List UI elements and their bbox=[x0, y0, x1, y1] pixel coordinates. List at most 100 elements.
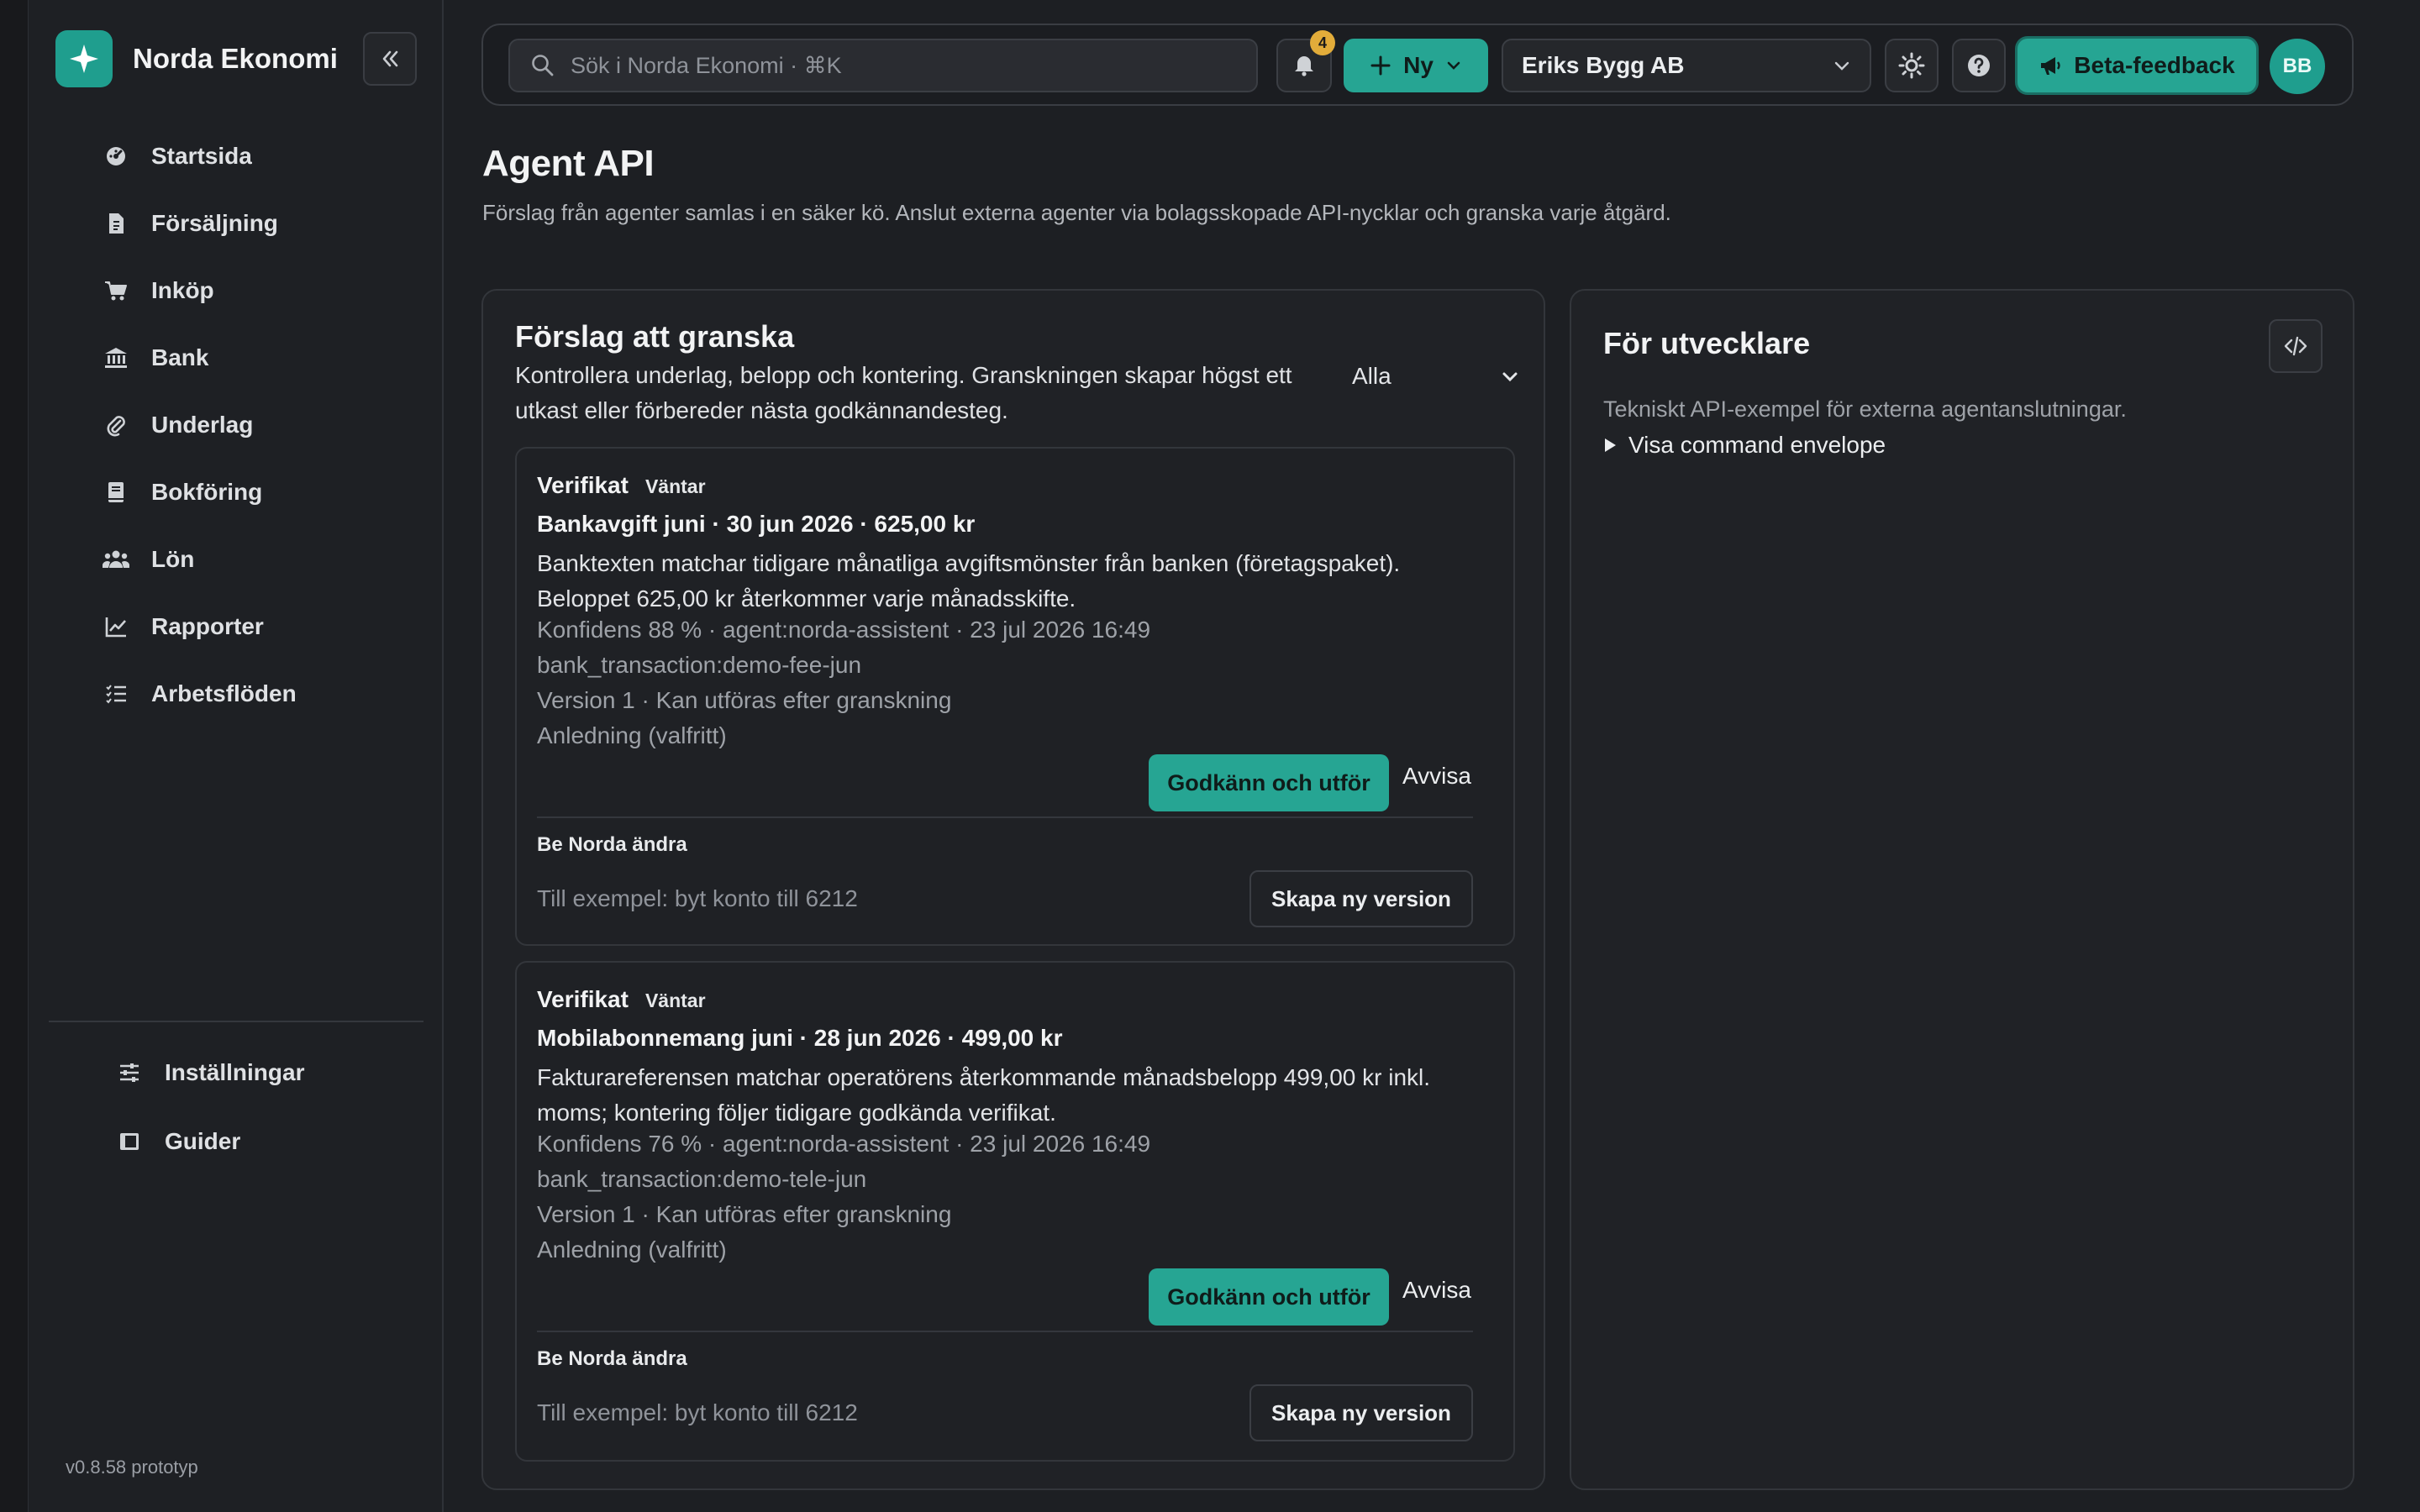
sidebar-item-label: Lön bbox=[151, 546, 195, 572]
command-envelope-toggle[interactable]: Visa command envelope bbox=[1603, 432, 1886, 459]
company-name: Eriks Bygg AB bbox=[1522, 52, 1685, 78]
filter-value: Alla bbox=[1352, 363, 1392, 389]
company-select[interactable]: Eriks Bygg AB bbox=[1502, 39, 1871, 92]
divider bbox=[537, 1331, 1473, 1332]
guide-book-icon bbox=[116, 1128, 143, 1155]
page-title: Agent API bbox=[482, 143, 655, 184]
sidebar-item-bokforing[interactable]: Bokföring bbox=[69, 459, 422, 526]
help-icon bbox=[1968, 55, 1990, 76]
chevron-down-icon bbox=[1447, 61, 1460, 70]
sidebar-item-label: Startsida bbox=[151, 143, 252, 169]
card-description: Banktexten matchar tidigare månatliga av… bbox=[537, 550, 1401, 612]
reason-input[interactable]: Anledning (valfritt) bbox=[537, 1236, 727, 1263]
bottom-nav: Inställningar Guider bbox=[69, 1038, 422, 1176]
proposal-card: Verifikat Väntar Mobilabonnemang juni · … bbox=[515, 961, 1515, 1462]
sidebar-item-lon[interactable]: Lön bbox=[69, 526, 422, 593]
card-header: Verifikat Väntar bbox=[537, 472, 706, 499]
list-icon bbox=[103, 680, 129, 707]
sidebar-divider bbox=[49, 1021, 424, 1022]
window-edge bbox=[0, 0, 29, 1512]
sparkle-logo-icon bbox=[55, 30, 113, 87]
sidebar-item-startsida[interactable]: Startsida bbox=[69, 123, 422, 190]
details-label: Visa command envelope bbox=[1628, 432, 1886, 458]
create-version-button[interactable]: Skapa ny version bbox=[1249, 870, 1473, 927]
change-request-label: Be Norda ändra bbox=[537, 833, 687, 856]
avatar[interactable]: BB bbox=[2270, 39, 2325, 94]
card-title: Mobilabonnemang juni · 28 jun 2026 · 499… bbox=[537, 1025, 1063, 1051]
sidebar-item-arbetsfloden[interactable]: Arbetsflöden bbox=[69, 660, 422, 727]
approve-button[interactable]: Godkänn och utför bbox=[1149, 754, 1389, 811]
sidebar-item-label: Försäljning bbox=[151, 210, 278, 236]
change-request-input[interactable]: Till exempel: byt konto till 6212 bbox=[537, 1399, 858, 1426]
card-reference: bank_transaction:demo-tele-jun bbox=[537, 1166, 867, 1192]
search-placeholder: Sök i Norda Ekonomi · ⌘K bbox=[571, 52, 842, 78]
developer-description: Tekniskt API-exempel för externa agentan… bbox=[1603, 396, 2127, 422]
card-header: Verifikat Väntar bbox=[537, 986, 706, 1013]
app-version: v0.8.58 prototyp bbox=[66, 1457, 198, 1478]
sidebar-item-bank[interactable]: Bank bbox=[69, 324, 422, 391]
sidebar-item-forsaljning[interactable]: Försäljning bbox=[69, 190, 422, 257]
card-meta: Konfidens 76 % · agent:norda-assistent ·… bbox=[537, 1131, 1151, 1157]
sidebar-item-installningar[interactable]: Inställningar bbox=[69, 1038, 422, 1107]
sidebar-item-label: Arbetsflöden bbox=[151, 680, 297, 706]
new-button-label: Ny bbox=[1403, 52, 1434, 78]
developer-panel: För utvecklare Tekniskt API-exempel för … bbox=[1570, 289, 2354, 1490]
reason-input[interactable]: Anledning (valfritt) bbox=[537, 722, 727, 749]
sidebar-item-label: Rapporter bbox=[151, 613, 264, 639]
beta-feedback-button[interactable]: Beta-feedback bbox=[2018, 39, 2256, 92]
sliders-icon bbox=[116, 1059, 143, 1086]
sun-icon bbox=[1898, 52, 1925, 79]
collapse-sidebar-button[interactable] bbox=[363, 32, 417, 86]
bell-icon bbox=[1295, 56, 1313, 76]
sidebar-item-label: Bokföring bbox=[151, 479, 263, 505]
chart-icon bbox=[103, 613, 129, 640]
paperclip-icon bbox=[103, 412, 129, 438]
sidebar: Norda Ekonomi Startsida Försäljning Inkö… bbox=[29, 0, 444, 1512]
sidebar-item-inkop[interactable]: Inköp bbox=[69, 257, 422, 324]
reject-button[interactable]: Avvisa bbox=[1402, 763, 1471, 790]
chevron-down-icon bbox=[1834, 61, 1849, 71]
card-description: Fakturareferensen matchar operatörens åt… bbox=[537, 1064, 1431, 1126]
status-filter-select[interactable]: Alla bbox=[1352, 358, 1520, 395]
sidebar-item-rapporter[interactable]: Rapporter bbox=[69, 593, 422, 660]
card-kind: Verifikat bbox=[537, 986, 629, 1012]
reject-button[interactable]: Avvisa bbox=[1402, 1277, 1471, 1304]
divider bbox=[537, 816, 1473, 818]
sidebar-item-label: Underlag bbox=[151, 412, 254, 438]
developer-title: För utvecklare bbox=[1603, 326, 1811, 360]
theme-toggle-button[interactable] bbox=[1885, 39, 1939, 92]
card-reference: bank_transaction:demo-fee-jun bbox=[537, 652, 862, 678]
new-button[interactable]: Ny bbox=[1344, 39, 1488, 92]
beta-feedback-label: Beta-feedback bbox=[2074, 52, 2235, 78]
change-request-input[interactable]: Till exempel: byt konto till 6212 bbox=[537, 885, 858, 912]
book-icon bbox=[103, 479, 129, 506]
proposal-card: Verifikat Väntar Bankavgift juni · 30 ju… bbox=[515, 447, 1515, 946]
sidebar-item-guider[interactable]: Guider bbox=[69, 1107, 422, 1176]
review-panel: Förslag att granska Kontrollera underlag… bbox=[481, 289, 1545, 1490]
code-toggle-button[interactable] bbox=[2269, 319, 2323, 373]
search-input[interactable]: Sök i Norda Ekonomi · ⌘K bbox=[508, 39, 1258, 92]
change-request-label: Be Norda ändra bbox=[537, 1347, 687, 1370]
megaphone-icon bbox=[2041, 57, 2060, 75]
topbar: Sök i Norda Ekonomi · ⌘K 4 Ny Eriks Bygg… bbox=[481, 24, 2354, 106]
card-version: Version 1 · Kan utföras efter granskning bbox=[537, 1201, 952, 1227]
search-icon bbox=[532, 55, 554, 76]
sidebar-item-label: Guider bbox=[165, 1128, 241, 1154]
create-version-button[interactable]: Skapa ny version bbox=[1249, 1384, 1473, 1441]
triangle-right-icon bbox=[1605, 438, 1616, 452]
notifications-button[interactable]: 4 bbox=[1276, 30, 1335, 92]
sidebar-item-underlag[interactable]: Underlag bbox=[69, 391, 422, 459]
card-kind: Verifikat bbox=[537, 472, 629, 498]
help-button[interactable] bbox=[1952, 39, 2006, 92]
chevron-down-icon bbox=[1502, 372, 1518, 382]
cart-icon bbox=[103, 277, 129, 304]
page-description: Förslag från agenter samlas i en säker k… bbox=[482, 200, 1671, 225]
sidebar-item-label: Bank bbox=[151, 344, 209, 370]
plus-icon bbox=[1370, 55, 1391, 76]
invoice-icon bbox=[103, 210, 129, 237]
double-chevron-left-icon bbox=[382, 50, 398, 67]
brand[interactable]: Norda Ekonomi bbox=[55, 30, 338, 87]
notification-badge: 4 bbox=[1310, 30, 1335, 55]
sidebar-item-label: Inställningar bbox=[165, 1059, 305, 1085]
approve-button[interactable]: Godkänn och utför bbox=[1149, 1268, 1389, 1326]
